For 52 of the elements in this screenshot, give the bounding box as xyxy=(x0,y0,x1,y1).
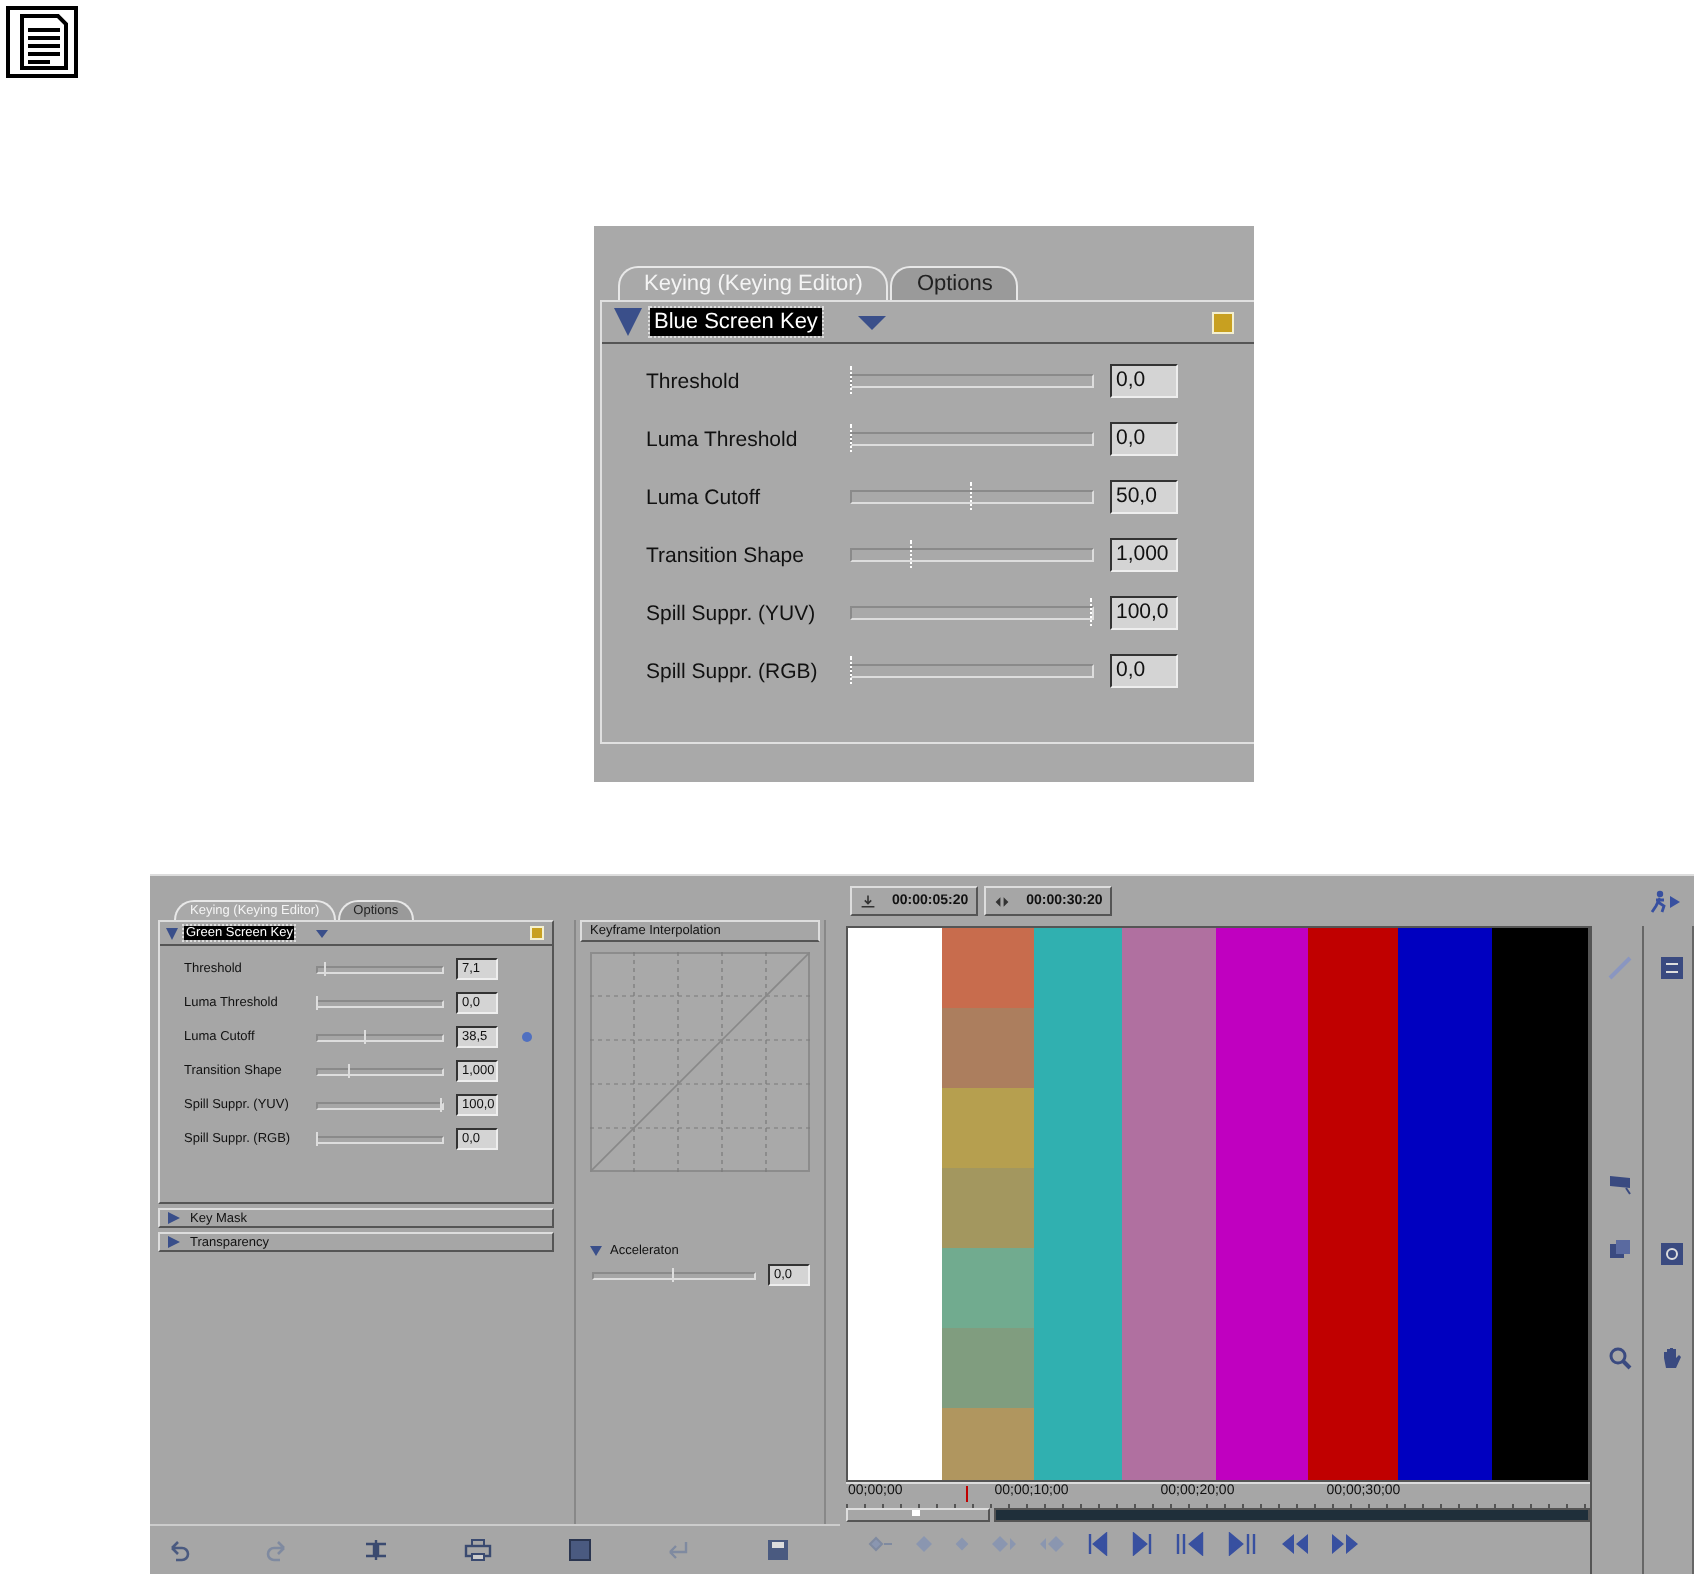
enable-square-icon[interactable] xyxy=(1212,311,1234,333)
value-field[interactable]: 0,0 xyxy=(1110,422,1178,456)
slider-thumb[interactable] xyxy=(324,961,329,975)
parameter-label: Transition Shape xyxy=(646,543,806,567)
document-icon xyxy=(6,6,78,78)
parameter-label: Luma Cutoff xyxy=(646,485,763,509)
square-icon[interactable] xyxy=(567,1538,592,1562)
dropdown-icon[interactable] xyxy=(316,929,329,937)
undo-icon[interactable] xyxy=(166,1538,190,1562)
slider-track[interactable] xyxy=(316,1101,444,1109)
redo-icon[interactable] xyxy=(265,1538,290,1562)
save-icon[interactable] xyxy=(765,1538,790,1562)
slider-track[interactable] xyxy=(316,1135,444,1143)
tab[interactable]: Options xyxy=(890,266,1019,300)
slider-thumb[interactable] xyxy=(363,1029,368,1043)
slider-track[interactable] xyxy=(316,965,444,973)
slider-track[interactable] xyxy=(316,999,444,1007)
slider-track[interactable] xyxy=(592,1271,756,1279)
value-field[interactable]: 0,0 xyxy=(1110,654,1178,688)
expand-triangle-icon[interactable] xyxy=(590,1246,602,1256)
zoom-icon[interactable] xyxy=(1608,1346,1632,1370)
fast-forward-icon[interactable] xyxy=(1330,1532,1362,1556)
value-field[interactable]: 50,0 xyxy=(1110,480,1178,514)
keyframe-icon[interactable] xyxy=(866,1534,894,1554)
slider-track[interactable] xyxy=(316,1067,444,1075)
runner-icon[interactable] xyxy=(1650,889,1682,913)
value-field[interactable]: 1,000 xyxy=(1110,538,1178,572)
next-frame-icon[interactable] xyxy=(1130,1532,1154,1556)
keyframe-icon[interactable] xyxy=(522,1032,532,1042)
hand-icon[interactable] xyxy=(1659,1346,1683,1370)
step-forward-icon[interactable] xyxy=(1226,1532,1258,1556)
value-field[interactable]: 100,0 xyxy=(1110,596,1178,630)
slider-thumb[interactable] xyxy=(911,1510,920,1516)
target-icon[interactable] xyxy=(1659,1242,1683,1266)
step-back-icon[interactable] xyxy=(1174,1532,1206,1556)
flag-icon[interactable] xyxy=(1608,1172,1632,1196)
previous-frame-icon[interactable] xyxy=(1086,1532,1110,1556)
rewind-icon[interactable] xyxy=(1278,1532,1310,1556)
key-type-label[interactable]: Blue Screen Key xyxy=(650,308,822,336)
zoom-slider[interactable] xyxy=(846,1508,990,1522)
parameter-label: Spill Suppr. (YUV) xyxy=(646,601,818,625)
return-arrow-icon[interactable] xyxy=(666,1538,691,1562)
dropdown-icon[interactable] xyxy=(857,315,886,329)
slider-track[interactable] xyxy=(316,1033,444,1041)
enable-square-icon[interactable] xyxy=(530,926,544,940)
download-icon xyxy=(860,893,876,909)
printer-icon[interactable] xyxy=(463,1538,492,1562)
layers-icon[interactable] xyxy=(1608,1238,1632,1262)
value-field[interactable]: 0,0 xyxy=(1110,364,1178,398)
parameter-label: Luma Threshold xyxy=(646,427,800,451)
parameter-label: Spill Suppr. (RGB) xyxy=(646,659,820,683)
parameter-label: Threshold xyxy=(646,369,742,393)
